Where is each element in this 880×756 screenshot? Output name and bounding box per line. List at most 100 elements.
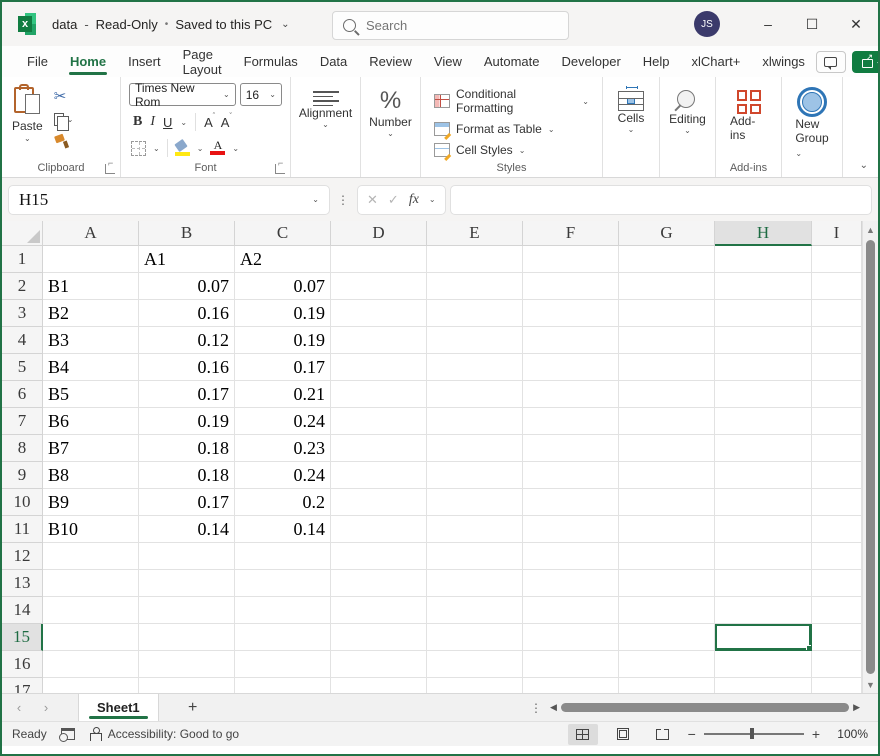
- cell-E1[interactable]: [427, 246, 523, 273]
- cell-B14[interactable]: [139, 597, 235, 624]
- chevron-down-icon[interactable]: ⌄: [197, 144, 204, 153]
- cell-D7[interactable]: [331, 408, 427, 435]
- cell-C12[interactable]: [235, 543, 331, 570]
- cell-E2[interactable]: [427, 273, 523, 300]
- row-header-14[interactable]: 14: [2, 597, 43, 624]
- tab-file[interactable]: File: [16, 46, 59, 77]
- share-button[interactable]: ⌄: [852, 51, 880, 73]
- cell-G5[interactable]: [619, 354, 715, 381]
- cell-C3[interactable]: 0.19: [235, 300, 331, 327]
- row-header-2[interactable]: 2: [2, 273, 43, 300]
- column-header-F[interactable]: F: [523, 221, 619, 246]
- tab-formulas[interactable]: Formulas: [233, 46, 309, 77]
- row-header-16[interactable]: 16: [2, 651, 43, 678]
- horizontal-scroll-thumb[interactable]: [561, 703, 849, 712]
- row-header-9[interactable]: 9: [2, 462, 43, 489]
- cell-A7[interactable]: B6: [43, 408, 139, 435]
- conditional-formatting-button[interactable]: Conditional Formatting ⌄: [431, 85, 592, 117]
- cell-D15[interactable]: [331, 624, 427, 651]
- drag-handle-icon[interactable]: ⋮: [530, 701, 543, 715]
- chevron-down-icon[interactable]: ⌄: [180, 118, 187, 127]
- bold-button[interactable]: B: [133, 114, 142, 130]
- cell-F1[interactable]: [523, 246, 619, 273]
- cell-B1[interactable]: A1: [139, 246, 235, 273]
- vertical-scrollbar[interactable]: ▲ ▼: [862, 221, 878, 693]
- cell-B12[interactable]: [139, 543, 235, 570]
- cut-button[interactable]: ✂: [51, 85, 77, 107]
- row-header-1[interactable]: 1: [2, 246, 43, 273]
- add-sheet-button[interactable]: +: [173, 699, 213, 717]
- cell-B4[interactable]: 0.12: [139, 327, 235, 354]
- scroll-up-icon[interactable]: ▲: [863, 221, 878, 238]
- editing-button[interactable]: Editing ⌄: [664, 81, 711, 137]
- cell-F4[interactable]: [523, 327, 619, 354]
- tab-view[interactable]: View: [423, 46, 473, 77]
- cell-A12[interactable]: [43, 543, 139, 570]
- cell-H3[interactable]: [715, 300, 812, 327]
- cell-F15[interactable]: [523, 624, 619, 651]
- cell-G16[interactable]: [619, 651, 715, 678]
- column-header-G[interactable]: G: [619, 221, 715, 246]
- cell-G10[interactable]: [619, 489, 715, 516]
- vertical-scroll-thumb[interactable]: [866, 240, 875, 674]
- cell-E12[interactable]: [427, 543, 523, 570]
- cell-D10[interactable]: [331, 489, 427, 516]
- cell-F14[interactable]: [523, 597, 619, 624]
- tab-home[interactable]: Home: [59, 46, 117, 77]
- cell-H2[interactable]: [715, 273, 812, 300]
- cell-G8[interactable]: [619, 435, 715, 462]
- cell-F9[interactable]: [523, 462, 619, 489]
- tab-insert[interactable]: Insert: [117, 46, 172, 77]
- cell-I1[interactable]: [812, 246, 862, 273]
- cell-C2[interactable]: 0.07: [235, 273, 331, 300]
- scroll-left-icon[interactable]: ◀: [550, 702, 557, 713]
- cell-C5[interactable]: 0.17: [235, 354, 331, 381]
- cell-B13[interactable]: [139, 570, 235, 597]
- chevron-down-icon[interactable]: ⌄: [281, 19, 289, 30]
- page-layout-view-button[interactable]: [608, 724, 638, 745]
- cell-E8[interactable]: [427, 435, 523, 462]
- cell-F7[interactable]: [523, 408, 619, 435]
- cell-E5[interactable]: [427, 354, 523, 381]
- cell-E7[interactable]: [427, 408, 523, 435]
- cell-C15[interactable]: [235, 624, 331, 651]
- cell-C14[interactable]: [235, 597, 331, 624]
- column-header-I[interactable]: I: [812, 221, 862, 246]
- spreadsheet-grid[interactable]: ABCDEFGHI1A1A22B10.070.073B20.160.194B30…: [2, 221, 862, 693]
- cell-A10[interactable]: B9: [43, 489, 139, 516]
- zoom-in-button[interactable]: +: [812, 726, 820, 742]
- tab-xlwings[interactable]: xlwings: [751, 46, 816, 77]
- cell-H6[interactable]: [715, 381, 812, 408]
- cell-H13[interactable]: [715, 570, 812, 597]
- font-color-button[interactable]: A: [210, 140, 225, 156]
- cell-D3[interactable]: [331, 300, 427, 327]
- cell-H1[interactable]: [715, 246, 812, 273]
- zoom-slider-thumb[interactable]: [750, 728, 754, 739]
- scroll-right-icon[interactable]: ▶: [853, 702, 860, 713]
- close-button[interactable]: ✕: [834, 2, 878, 46]
- cell-C10[interactable]: 0.2: [235, 489, 331, 516]
- cell-A14[interactable]: [43, 597, 139, 624]
- search-box[interactable]: [332, 11, 569, 40]
- cell-H8[interactable]: [715, 435, 812, 462]
- zoom-slider[interactable]: [704, 733, 804, 734]
- cell-A16[interactable]: [43, 651, 139, 678]
- cell-B5[interactable]: 0.16: [139, 354, 235, 381]
- cell-F3[interactable]: [523, 300, 619, 327]
- row-header-4[interactable]: 4: [2, 327, 43, 354]
- cell-C11[interactable]: 0.14: [235, 516, 331, 543]
- cell-F16[interactable]: [523, 651, 619, 678]
- cell-F13[interactable]: [523, 570, 619, 597]
- row-header-6[interactable]: 6: [2, 381, 43, 408]
- cell-A2[interactable]: B1: [43, 273, 139, 300]
- cell-A15[interactable]: [43, 624, 139, 651]
- italic-button[interactable]: I: [150, 114, 155, 130]
- underline-button[interactable]: U: [163, 115, 172, 130]
- cell-G3[interactable]: [619, 300, 715, 327]
- cell-D14[interactable]: [331, 597, 427, 624]
- cell-E4[interactable]: [427, 327, 523, 354]
- cell-D2[interactable]: [331, 273, 427, 300]
- search-input[interactable]: [366, 18, 526, 33]
- cell-A8[interactable]: B7: [43, 435, 139, 462]
- cell-E16[interactable]: [427, 651, 523, 678]
